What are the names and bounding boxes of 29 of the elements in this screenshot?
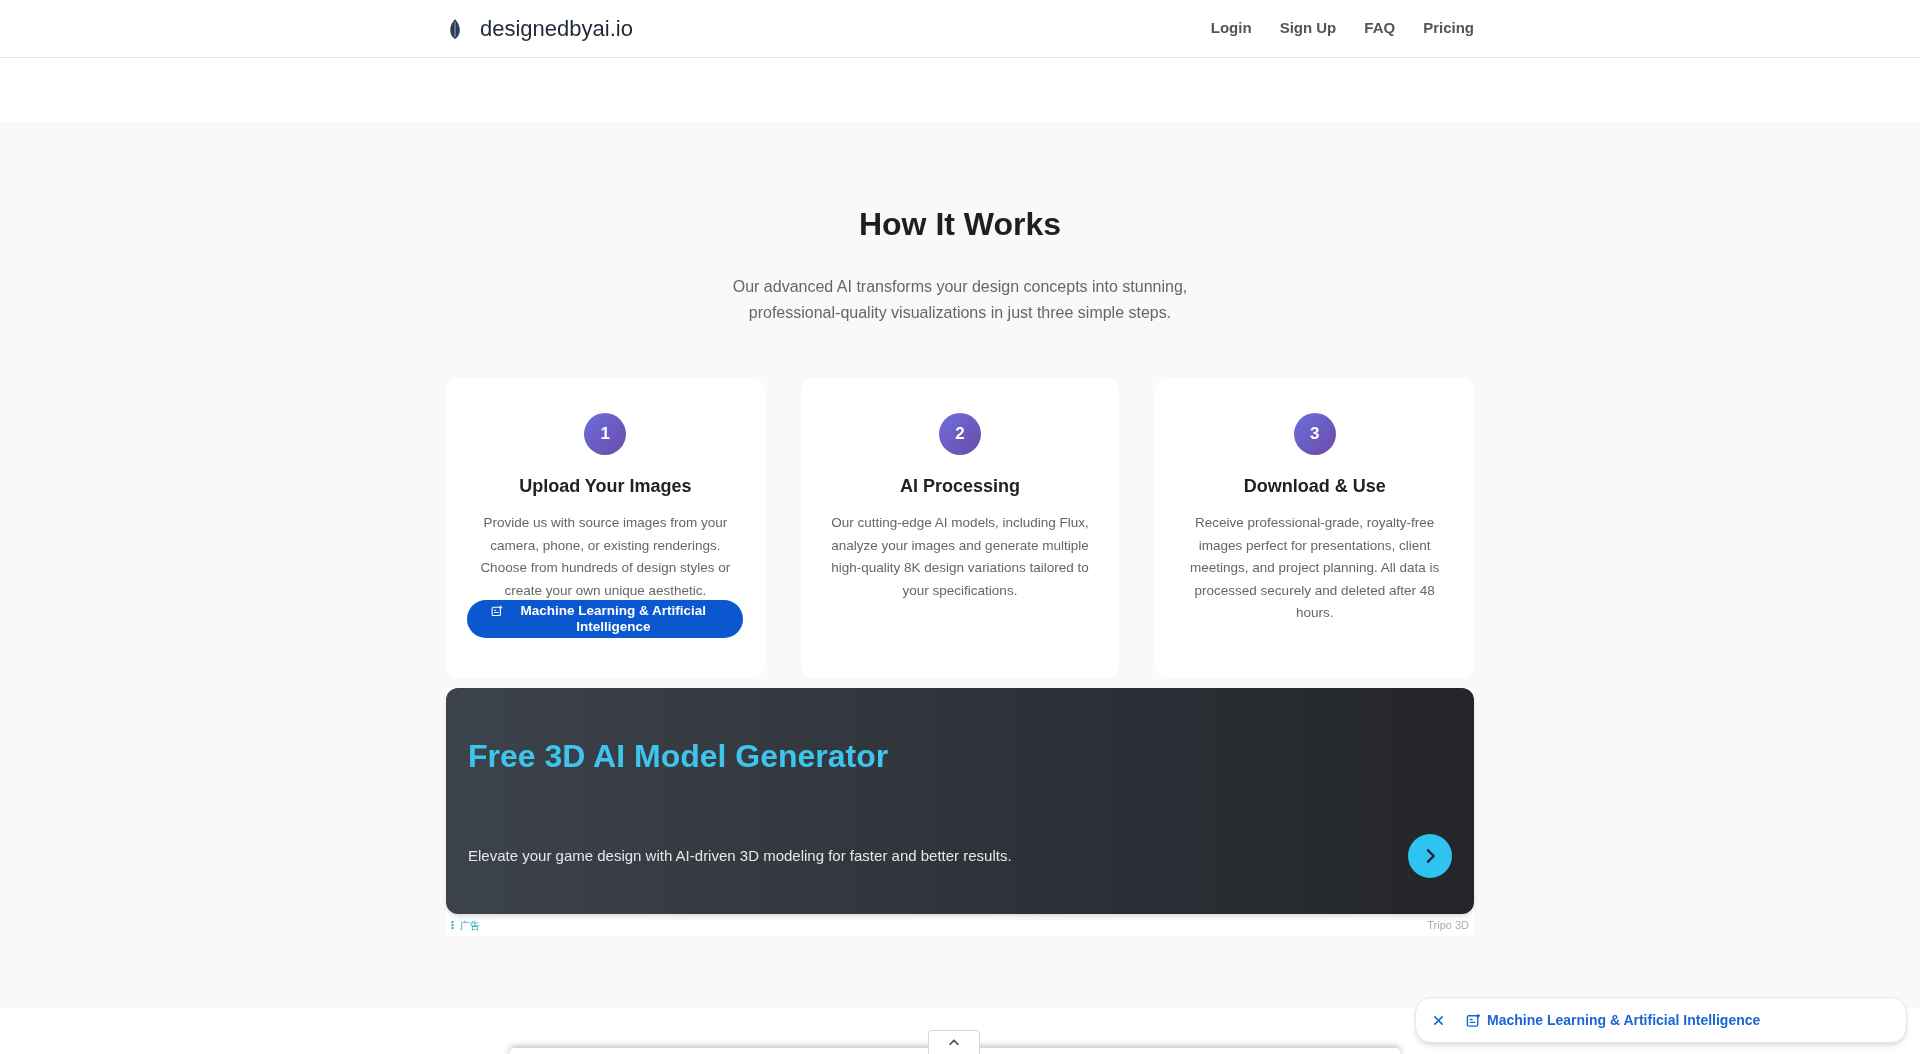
step-number: 1 (584, 413, 627, 455)
topic-link[interactable]: Machine Learning & Artificial Intelligence (1466, 1009, 1761, 1031)
more-icon[interactable] (451, 920, 454, 930)
step-description: Our cutting-edge AI models, including Flux, analyze your images and generate multiple high-quality 8K design variations tailored to your specifications. (830, 514, 1090, 600)
section-subtitle: Our advanced AI transforms your design concepts into stunning, (732, 277, 1188, 297)
step-description: Provide us with source images from your camera, phone, or existing renderings. Choose from hundreds of design styles or create your own unique aesthetic. (479, 514, 732, 600)
topic-chip[interactable]: Machine Learning & Artificial Intelligence (467, 600, 744, 638)
step-description: Receive professional-grade, royalty-free images perfect for presentations, client meetings, and project planning. All data is processed securely and deleted after 48 hours. (1189, 514, 1441, 622)
ad-title: Free 3D AI Model Generator (468, 737, 890, 776)
nav-link[interactable]: Pricing (1423, 17, 1474, 40)
step-title: Upload Your Images (519, 475, 692, 498)
nav-link[interactable]: Login (1210, 17, 1252, 40)
ad-label: 广告 (460, 918, 480, 933)
step-number: 3 (1293, 413, 1336, 455)
ad-banner[interactable]: Free 3D AI Model Generator Elevate your game design with AI-driven 3D modeling for faster and better results. (446, 688, 1474, 914)
nav-link[interactable]: FAQ (1364, 17, 1396, 40)
ai-article-icon (491, 605, 504, 617)
ai-article-icon (1466, 1012, 1481, 1028)
advertiser-name: Tripo 3D (1427, 917, 1469, 933)
close-icon (1431, 1013, 1445, 1027)
step-title: AI Processing (899, 475, 1020, 498)
section-subtitle: professional-quality visualizations in just three simple steps. (748, 303, 1172, 323)
ad-description: Elevate your game design with AI-driven 3D modeling for faster and better results. (468, 845, 1012, 866)
section-title: How It Works (857, 205, 1063, 244)
next-button[interactable] (1408, 834, 1452, 878)
step-title: Download & Use (1243, 475, 1386, 498)
nav-link[interactable]: Sign Up (1279, 17, 1337, 40)
brand-name[interactable]: designedbyai.io (480, 12, 633, 45)
step-number: 2 (939, 413, 981, 455)
